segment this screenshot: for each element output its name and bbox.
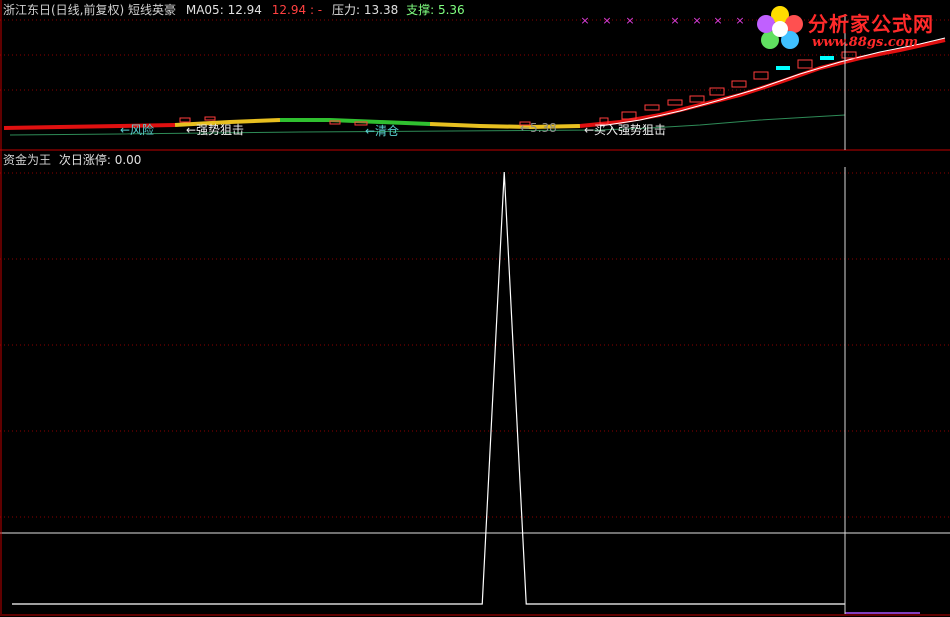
annotation-clear: ←清仓: [365, 124, 400, 138]
support-value: 5.36: [437, 3, 465, 17]
signal-marker: ×: [735, 14, 744, 27]
candle: [689, 95, 705, 103]
candle: [644, 104, 660, 111]
indicator-name: 短线英豪: [128, 3, 177, 17]
ma-value-red: 12.94: [271, 3, 307, 17]
series-line-次日涨停: [12, 171, 845, 605]
candle: [820, 56, 834, 60]
annotation-buy-strike: ←买入强势狙击: [584, 123, 667, 137]
candle: [709, 87, 725, 96]
ma-separator: : -: [309, 3, 323, 17]
candle: [667, 99, 683, 106]
annotation-risk: ←风险: [120, 123, 155, 137]
resistance-label: 压力:: [332, 3, 361, 17]
candle: [731, 80, 747, 88]
series-value: 0.00: [114, 153, 142, 167]
candle: [797, 59, 813, 69]
logo-url: www.88gs.com: [812, 35, 919, 50]
annotation-strong-strike: ←强势狙击: [186, 123, 245, 137]
candle: [776, 66, 790, 70]
signal-marker: ×: [580, 14, 589, 27]
ma-value: 12.94: [227, 3, 262, 17]
signal-marker: ×: [670, 14, 679, 27]
lower-panel-grid: [0, 172, 950, 534]
logo-name: 分析家公式网: [808, 12, 934, 36]
series-label: 次日涨停:: [58, 153, 111, 167]
header-bar: 浙江东日(日线,前复权) 短线英豪 MA05: 12.94 12.94 : -: [3, 3, 322, 17]
signal-marker: ×: [692, 14, 701, 27]
candle: [329, 120, 341, 125]
signal-marker: ×: [713, 14, 722, 27]
candle: [204, 116, 216, 121]
candle: [753, 71, 769, 80]
resistance-value: 13.38: [363, 3, 399, 17]
annotation-price: ←5.38: [520, 121, 557, 135]
levels-bar: 压力: 13.38 支撑: 5.36: [332, 3, 465, 17]
support-label: 支撑:: [406, 3, 435, 17]
signal-marker: ×: [602, 14, 611, 27]
ma-label: MA05:: [185, 3, 224, 17]
flower-icon: [757, 6, 803, 49]
site-logo: 分析家公式网 www.88gs.com: [752, 2, 947, 54]
lower-series: [12, 171, 920, 614]
stock-title: 浙江东日(日线,前复权): [3, 3, 125, 17]
lower-panel-header: 资金为王 次日涨停: 0.00: [3, 153, 141, 167]
panel-frames: [0, 0, 950, 616]
signal-markers: × × × × × × ×: [580, 14, 744, 27]
signal-marker: ×: [625, 14, 634, 27]
chart-canvas: × × × × × × ×: [0, 0, 950, 616]
lower-panel-title: 资金为王: [3, 153, 52, 167]
candle: [179, 117, 191, 123]
band-segment: [429, 122, 581, 130]
